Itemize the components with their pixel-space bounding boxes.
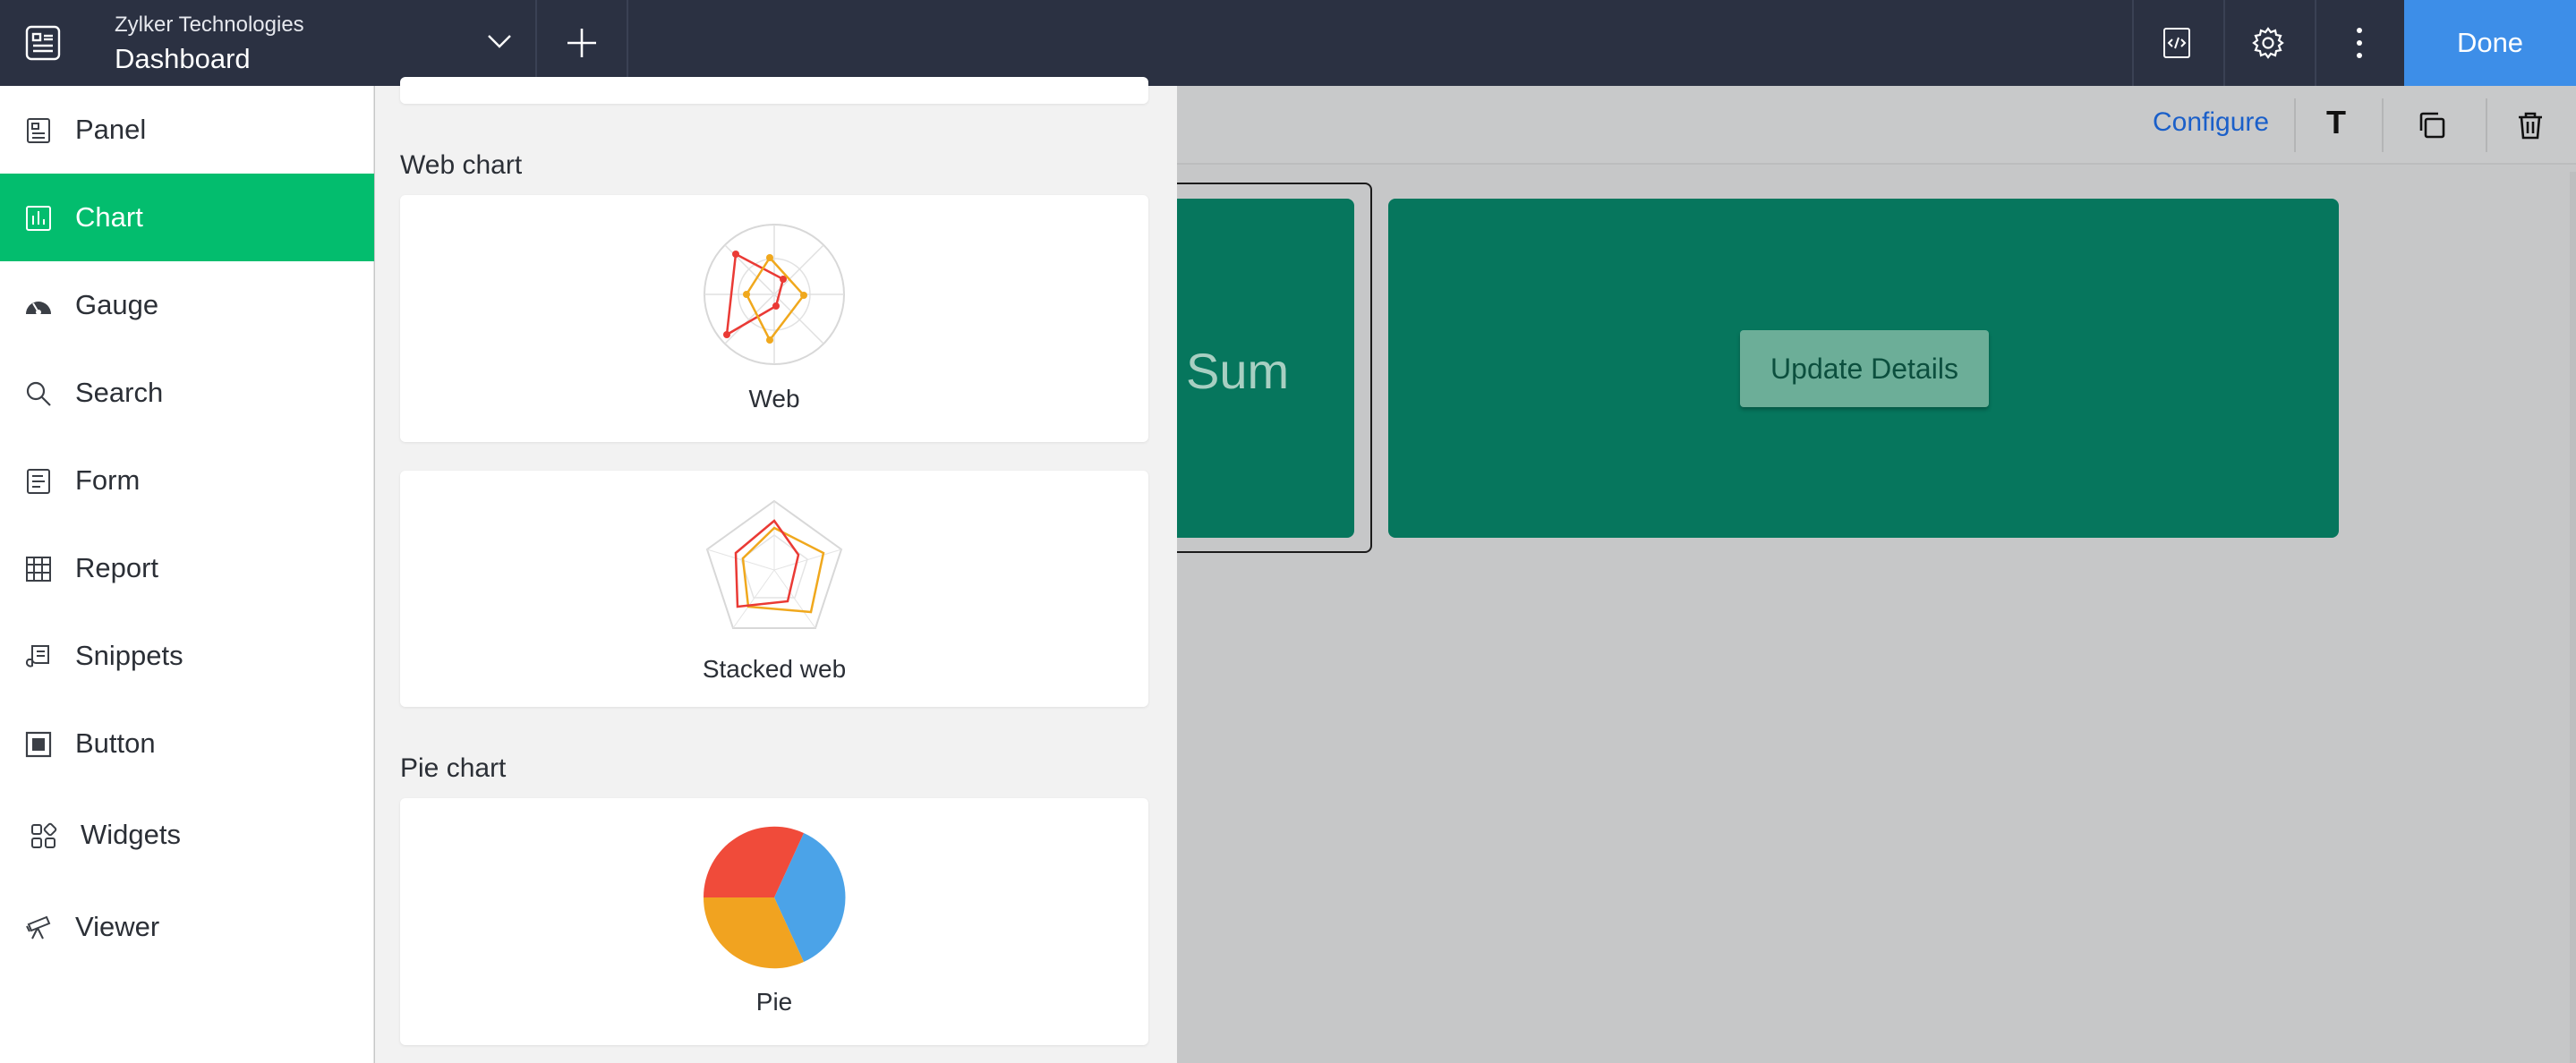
dashboard-name[interactable]: Dashboard — [115, 43, 251, 75]
top-bar: Zylker Technologies Dashboard Done — [0, 0, 2576, 86]
divider — [2223, 0, 2225, 86]
text-format-button[interactable]: T — [2326, 104, 2346, 141]
search-icon — [26, 381, 51, 406]
divider — [2315, 0, 2316, 86]
panel-value-label: Sum — [1186, 343, 1290, 399]
sidebar-item-button[interactable]: Button — [0, 700, 374, 787]
sidebar-item-label: Report — [75, 552, 159, 583]
trash-icon[interactable] — [2514, 109, 2546, 141]
sidebar-item-viewer[interactable]: Viewer — [0, 882, 374, 972]
scrollbar[interactable] — [2570, 172, 2576, 1063]
chart-card-label: Web — [748, 385, 800, 412]
chevron-down-icon[interactable] — [482, 23, 517, 59]
add-icon[interactable] — [559, 20, 605, 66]
stacked-web-chart-icon — [705, 499, 843, 629]
sidebar-item-panel[interactable]: Panel — [0, 86, 374, 174]
report-icon — [26, 557, 51, 582]
panel-icon — [27, 118, 50, 143]
chart-icon — [26, 206, 51, 231]
app-menu-icon[interactable] — [23, 23, 63, 63]
form-icon — [27, 469, 50, 494]
sidebar-item-widgets[interactable]: Widgets — [0, 787, 374, 882]
sidebar-item-search[interactable]: Search — [0, 349, 374, 437]
chart-type-picker: Web chart Web Stacked web Pie chart Pie — [375, 77, 1177, 1063]
sidebar-item-label: Chart — [75, 201, 143, 233]
sidebar-item-gauge[interactable]: Gauge — [0, 261, 374, 349]
sidebar-item-report[interactable]: Report — [0, 524, 374, 612]
code-icon[interactable] — [2157, 23, 2196, 63]
button-panel[interactable]: Update Details — [1388, 199, 2339, 538]
widgets-icon — [31, 822, 57, 848]
sidebar-item-label: Search — [75, 377, 164, 408]
more-options-icon[interactable] — [2340, 23, 2379, 63]
chart-card-stacked-web[interactable]: Stacked web — [400, 471, 1148, 707]
sidebar-item-snippets[interactable]: Snippets — [0, 612, 374, 700]
sidebar-item-label: Button — [75, 727, 156, 759]
divider — [2486, 98, 2487, 152]
pie-chart-icon — [703, 826, 846, 969]
sidebar-item-label: Viewer — [75, 911, 160, 942]
gear-icon[interactable] — [2248, 23, 2288, 63]
sidebar-item-label: Widgets — [81, 819, 181, 850]
panel-toolbar: Configure T — [1177, 86, 2576, 165]
configure-link[interactable]: Configure — [2153, 107, 2269, 138]
sidebar-item-label: Snippets — [75, 640, 183, 671]
org-name: Zylker Technologies — [115, 13, 304, 37]
gauge-icon — [26, 302, 51, 315]
sidebar-item-label: Gauge — [75, 289, 159, 320]
sidebar-item-label: Form — [75, 464, 141, 496]
chart-card-label: Stacked web — [702, 655, 847, 683]
sidebar: Panel Chart Gauge Search Form Report Sni… — [0, 86, 374, 1063]
divider — [627, 0, 628, 86]
section-title: Web chart — [400, 150, 523, 180]
chart-card-pie[interactable]: Pie — [400, 798, 1148, 1045]
divider — [2132, 0, 2134, 86]
sidebar-item-chart[interactable]: Chart — [0, 174, 374, 261]
chart-card-label: Pie — [755, 988, 793, 1016]
sidebar-item-form[interactable]: Form — [0, 437, 374, 524]
sum-panel[interactable]: Sum — [1177, 199, 1354, 538]
sidebar-item-label: Panel — [75, 114, 147, 145]
divider — [535, 0, 537, 86]
button-icon — [25, 731, 52, 758]
divider — [2294, 98, 2296, 152]
update-details-button[interactable]: Update Details — [1740, 330, 1989, 407]
viewer-icon — [26, 915, 51, 940]
dashboard-canvas: Configure T Sum Update Details — [1177, 86, 2576, 1063]
snippets-icon — [25, 645, 49, 668]
chart-card-partial[interactable] — [400, 77, 1148, 104]
duplicate-icon[interactable] — [2416, 109, 2448, 141]
done-button[interactable]: Done — [2404, 0, 2576, 86]
section-title: Pie chart — [400, 753, 507, 783]
divider — [2382, 98, 2384, 152]
chart-card-web[interactable]: Web — [400, 195, 1148, 442]
web-chart-icon — [704, 224, 845, 365]
